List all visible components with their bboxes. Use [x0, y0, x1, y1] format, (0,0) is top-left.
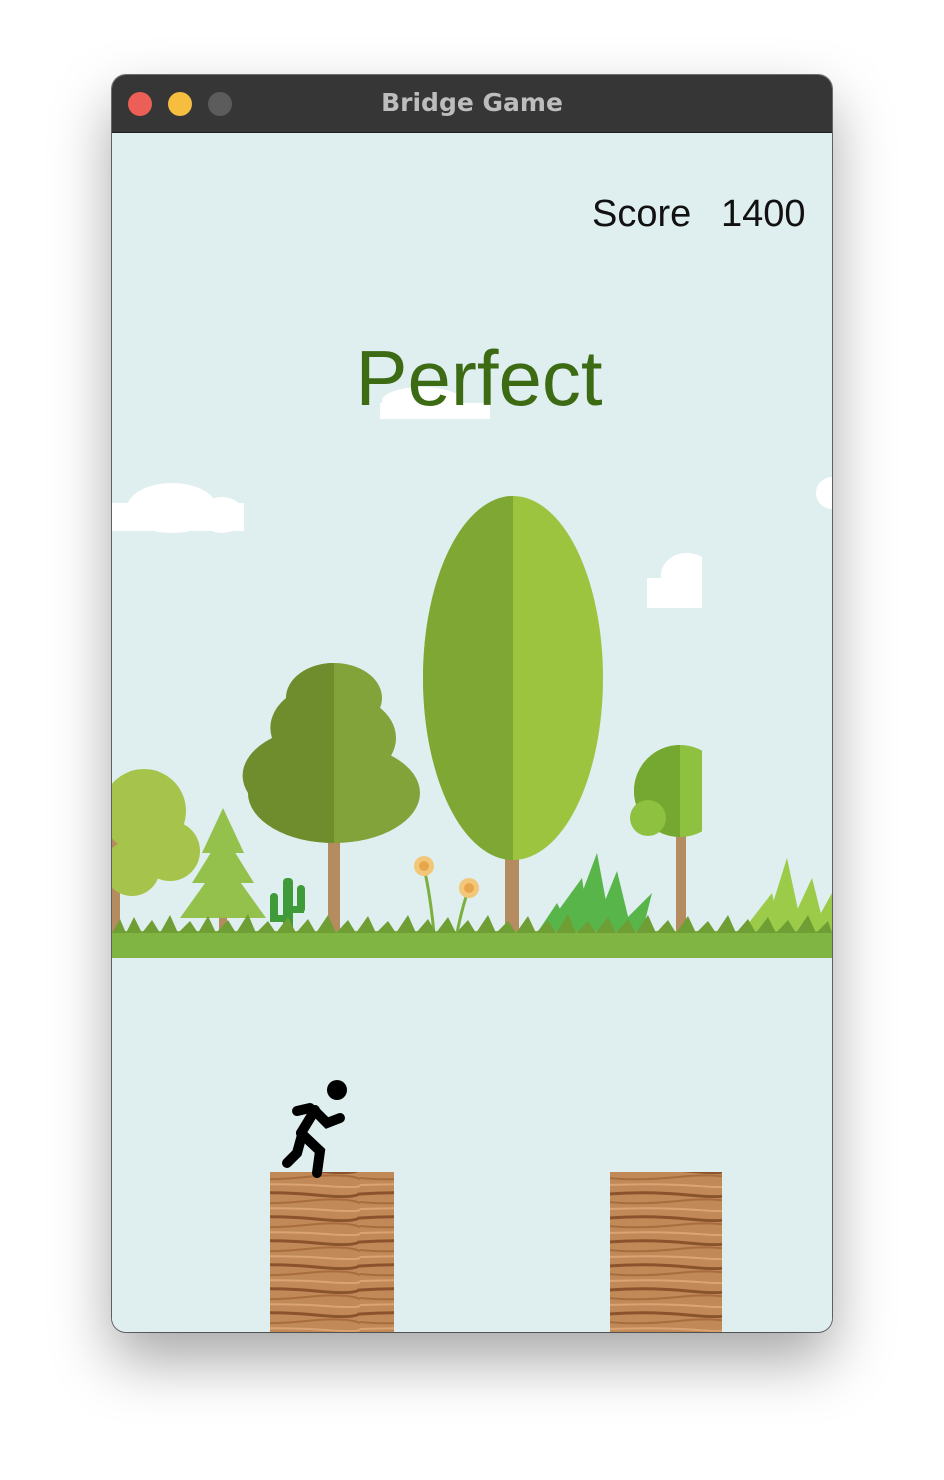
player-stick-figure	[282, 1080, 347, 1178]
pillar-next	[610, 1172, 722, 1332]
tree	[423, 496, 603, 938]
pillar-current	[270, 1172, 394, 1332]
tree	[180, 808, 266, 943]
title-bar[interactable]: Bridge Game	[112, 75, 832, 133]
tree	[112, 769, 200, 933]
game-window: Bridge Game Score 1400 Perfect	[112, 75, 832, 1332]
forest-background	[112, 387, 832, 1332]
score-label: Score	[592, 193, 692, 235]
cloud	[816, 477, 832, 509]
window-title: Bridge Game	[381, 88, 563, 117]
cloud	[112, 483, 244, 533]
game-canvas[interactable]: Score 1400 Perfect	[112, 133, 832, 1332]
perfect-message: Perfect	[355, 334, 603, 422]
plant	[537, 853, 652, 933]
tree	[242, 663, 420, 938]
score-value: 1400	[721, 193, 806, 235]
